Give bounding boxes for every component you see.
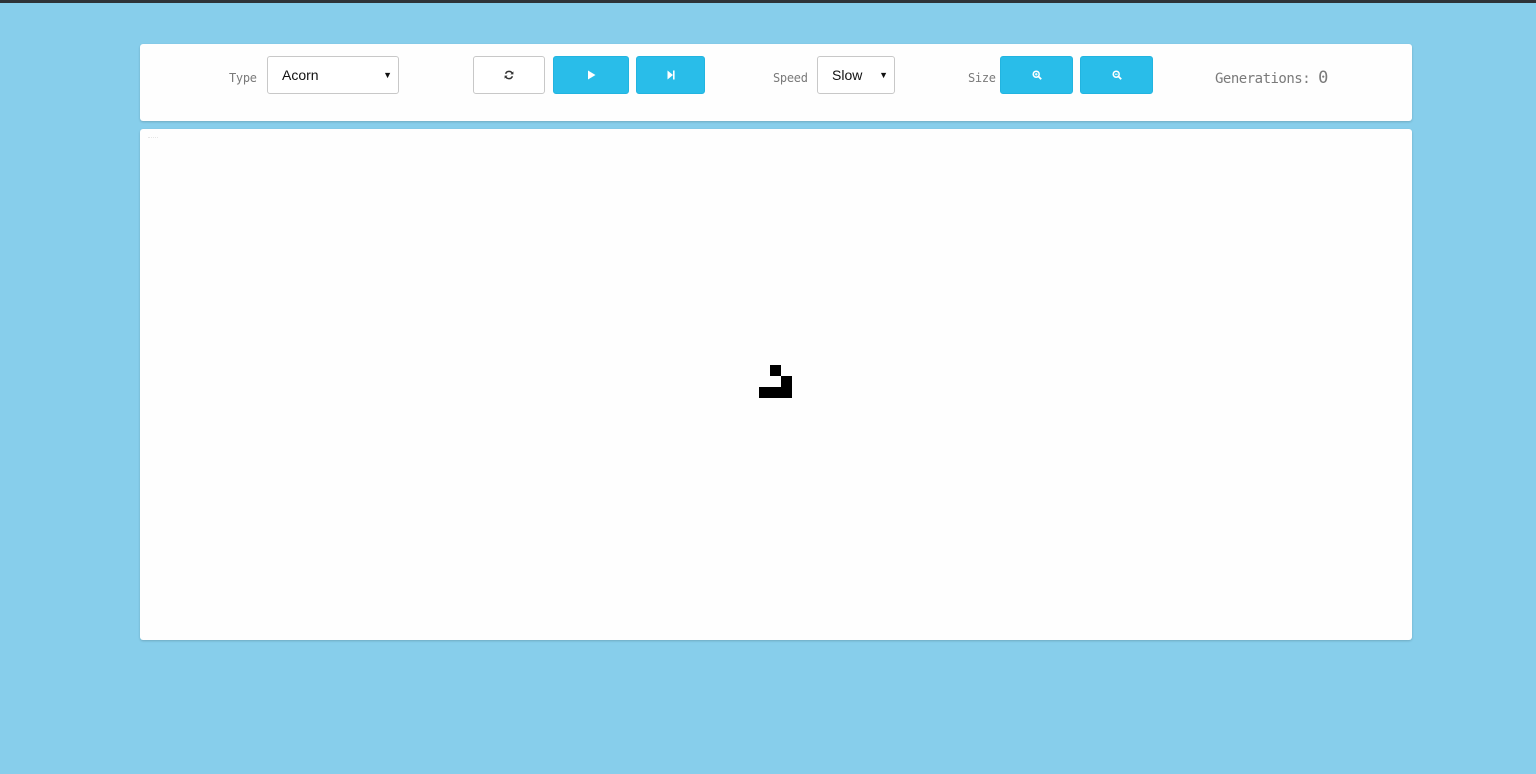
speed-label: Speed [773,71,808,85]
step-forward-icon [667,70,675,80]
board-corner-mark [148,137,158,144]
zoom-out-button[interactable] [1080,56,1153,94]
live-cell[interactable] [770,365,781,376]
game-board[interactable] [140,129,1412,640]
step-button[interactable] [636,56,705,94]
chevron-down-icon: ▼ [879,70,888,80]
live-cell[interactable] [781,387,792,398]
live-cell[interactable] [759,387,770,398]
generations-label: Generations: [1215,71,1311,87]
zoom-in-icon [1031,70,1042,80]
type-label: Type [229,71,257,85]
zoom-out-icon [1111,70,1122,80]
generations-counter: Generations: 0 [1215,68,1328,88]
generations-value: 0 [1318,68,1328,88]
play-icon [587,70,596,80]
type-select[interactable]: Acorn ▼ [267,56,399,94]
live-cell[interactable] [770,387,781,398]
type-select-value: Acorn [282,67,319,83]
speed-select-value: Slow [832,67,863,83]
live-cell[interactable] [781,376,792,387]
reset-button[interactable] [473,56,545,94]
play-button[interactable] [553,56,629,94]
refresh-icon [504,70,514,80]
control-toolbar: Type Acorn ▼ Speed Slow ▼ Size Generatio… [140,44,1412,121]
speed-select[interactable]: Slow ▼ [817,56,895,94]
zoom-in-button[interactable] [1000,56,1073,94]
window-top-strip [0,0,1536,3]
size-label: Size [968,71,996,85]
chevron-down-icon: ▼ [383,70,392,80]
